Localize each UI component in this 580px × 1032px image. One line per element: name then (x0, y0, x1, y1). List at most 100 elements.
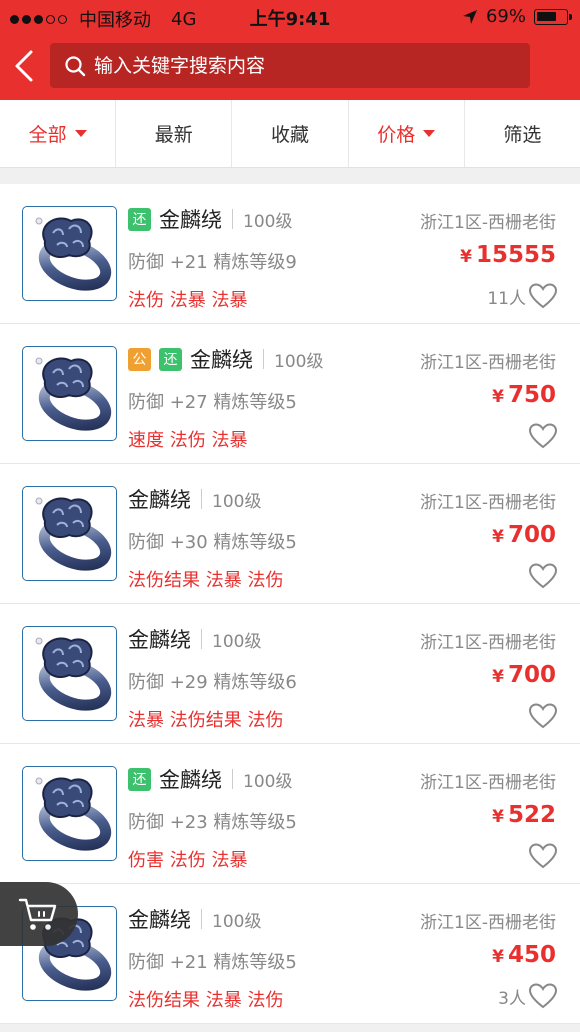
search-box[interactable] (50, 43, 530, 88)
item-level: 100级 (274, 351, 324, 372)
item-name: 金麟绕 (128, 908, 191, 932)
list-item[interactable]: 金麟绕 100级 浙江1区-西栅老街 防御 +30 精炼等级5 ¥700 法伤结… (0, 464, 580, 604)
tag-group: 公还 (128, 347, 190, 371)
list-item[interactable]: 公还 金麟绕 100级 浙江1区-西栅老街 防御 +27 精炼等级5 ¥750 … (0, 324, 580, 464)
item-attributes: 防御 +27 精炼等级5 (128, 392, 297, 413)
item-price: ¥15555 (460, 242, 556, 268)
price-value: 750 (507, 382, 556, 408)
search-icon (64, 54, 88, 78)
heart-icon[interactable] (528, 562, 558, 590)
location-arrow-icon (462, 9, 477, 24)
favorite-area (526, 702, 558, 730)
divider (232, 769, 233, 789)
filter-all[interactable]: 全部 (0, 100, 117, 167)
heart-icon[interactable] (528, 842, 558, 870)
currency-symbol: ¥ (460, 247, 472, 267)
item-name: 金麟绕 (159, 208, 222, 232)
divider (201, 629, 202, 649)
price-value: 522 (507, 802, 556, 828)
item-name: 金麟绕 (159, 768, 222, 792)
item-price: ¥750 (492, 382, 556, 408)
divider (263, 349, 264, 369)
item-server: 浙江1区-西栅老街 (420, 773, 556, 793)
chevron-left-icon (15, 50, 33, 82)
filter-label: 全部 (28, 124, 67, 146)
favorite-area (526, 562, 558, 590)
list-item[interactable]: 还 金麟绕 100级 浙江1区-西栅老街 防御 +23 精炼等级5 ¥522 伤… (0, 744, 580, 884)
app-header: 中国移动 4G 上午9:41 69% (0, 0, 580, 100)
currency-symbol: ¥ (492, 387, 504, 407)
tag-return: 还 (159, 347, 182, 371)
list-item[interactable]: 金麟绕 100级 浙江1区-西栅老街 防御 +21 精炼等级5 ¥450 法伤结… (0, 884, 580, 1024)
filter-latest[interactable]: 最新 (116, 100, 233, 167)
battery-level (537, 11, 557, 21)
item-skills: 法伤 法暴 法暴 (128, 290, 248, 311)
item-attributes: 防御 +21 精炼等级9 (128, 252, 297, 273)
heart-icon[interactable] (528, 982, 558, 1010)
tag-public: 公 (128, 347, 151, 371)
filter-price[interactable]: 价格 (349, 100, 465, 167)
item-skills: 速度 法伤 法暴 (128, 430, 248, 451)
item-server: 浙江1区-西栅老街 (420, 213, 556, 233)
heart-icon[interactable] (528, 422, 558, 450)
item-level: 100级 (212, 631, 262, 652)
item-server: 浙江1区-西栅老街 (420, 353, 556, 373)
filter-label: 最新 (154, 124, 193, 146)
tag-group: 还 (128, 767, 159, 791)
currency-symbol: ¥ (492, 527, 504, 547)
filter-bar: 全部 最新 收藏 价格 筛选 (0, 100, 580, 168)
back-button[interactable] (6, 44, 42, 88)
filter-screen[interactable]: 筛选 (465, 100, 580, 167)
ring-item-icon (22, 486, 117, 581)
item-title-row: 还 金麟绕 100级 (128, 764, 292, 794)
battery-icon (534, 8, 572, 25)
item-attributes: 防御 +29 精炼等级6 (128, 672, 297, 693)
tag-group: 还 (128, 207, 159, 231)
price-value: 450 (507, 942, 556, 968)
heart-icon[interactable] (528, 702, 558, 730)
heart-icon[interactable] (528, 282, 558, 310)
item-attributes: 防御 +23 精炼等级5 (128, 812, 297, 833)
filter-label: 筛选 (503, 124, 542, 146)
item-name: 金麟绕 (190, 348, 253, 372)
shopping-cart-icon (18, 898, 57, 930)
tag-return: 还 (128, 767, 151, 791)
cart-button[interactable] (0, 882, 78, 946)
ring-item-icon (22, 346, 117, 441)
item-level: 100级 (243, 211, 293, 232)
item-server: 浙江1区-西栅老街 (420, 913, 556, 933)
filter-favorites[interactable]: 收藏 (232, 100, 349, 167)
item-title-row: 公还 金麟绕 100级 (128, 344, 323, 374)
item-attributes: 防御 +30 精炼等级5 (128, 532, 297, 553)
divider (232, 209, 233, 229)
item-name: 金麟绕 (128, 488, 191, 512)
dropdown-triangle-icon (423, 130, 436, 137)
item-skills: 法伤结果 法暴 法伤 (128, 570, 284, 591)
item-level: 100级 (212, 911, 262, 932)
list-item[interactable]: 金麟绕 100级 浙江1区-西栅老街 防御 +29 精炼等级6 ¥700 法暴 … (0, 604, 580, 744)
item-server: 浙江1区-西栅老街 (420, 633, 556, 653)
item-name: 金麟绕 (128, 628, 191, 652)
favorite-area: 11人 (487, 282, 558, 310)
item-price: ¥700 (492, 662, 556, 688)
item-level: 100级 (243, 771, 293, 792)
item-price: ¥700 (492, 522, 556, 548)
item-level: 100级 (212, 491, 262, 512)
price-value: 700 (507, 662, 556, 688)
item-skills: 法暴 法伤结果 法伤 (128, 710, 284, 731)
list-item[interactable]: 还 金麟绕 100级 浙江1区-西栅老街 防御 +21 精炼等级9 ¥15555… (0, 184, 580, 324)
item-price: ¥450 (492, 942, 556, 968)
dropdown-triangle-icon (74, 130, 87, 137)
item-list: 还 金麟绕 100级 浙江1区-西栅老街 防御 +21 精炼等级9 ¥15555… (0, 184, 580, 1024)
favorite-area (526, 422, 558, 450)
price-value: 15555 (475, 242, 556, 268)
item-price: ¥522 (492, 802, 556, 828)
item-title-row: 金麟绕 100级 (128, 484, 261, 514)
divider (201, 489, 202, 509)
item-skills: 伤害 法伤 法暴 (128, 850, 248, 871)
item-attributes: 防御 +21 精炼等级5 (128, 952, 297, 973)
battery-percent: 69% (485, 6, 526, 27)
search-input[interactable] (94, 54, 514, 77)
item-title-row: 金麟绕 100级 (128, 624, 261, 654)
tag-return: 还 (128, 207, 151, 231)
